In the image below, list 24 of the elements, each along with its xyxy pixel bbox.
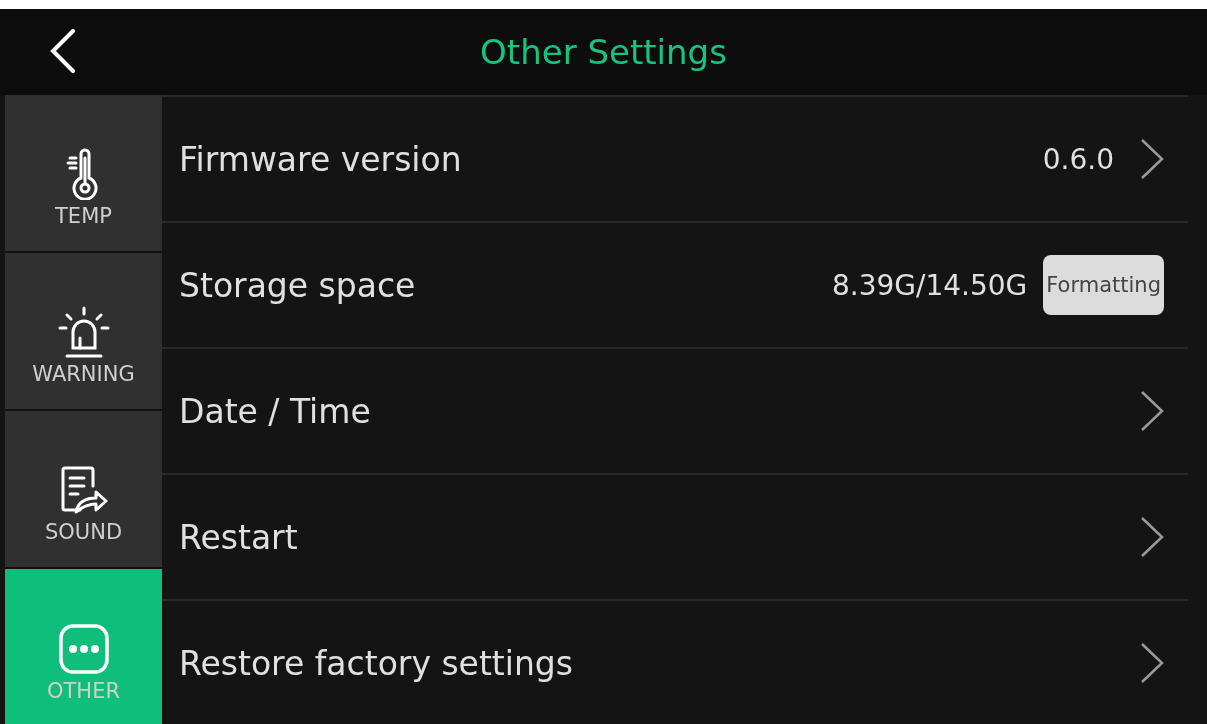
chevron-icon: [1140, 138, 1164, 180]
row-label: Restart: [179, 517, 299, 557]
settings-row[interactable]: Date / Time: [162, 347, 1188, 473]
row-label: Storage space: [179, 265, 417, 305]
row-label: Firmware version: [179, 139, 463, 179]
chevron-icon: [1140, 516, 1164, 558]
sidebar-tab[interactable]: SOUND: [5, 411, 162, 569]
siren-icon: [56, 306, 111, 358]
settings-row[interactable]: Storage space 8.39G/14.50G Formatting: [162, 221, 1188, 347]
settings-row[interactable]: Restart: [162, 473, 1188, 599]
chevron-icon: [1140, 390, 1164, 432]
row-value: 0.6.0: [1042, 142, 1114, 176]
sidebar-tab[interactable]: TEMP: [5, 95, 162, 253]
sidebar-tab[interactable]: WARNING: [5, 253, 162, 411]
page-title: Other Settings: [480, 32, 727, 72]
back-icon[interactable]: [50, 29, 76, 73]
more-icon: [57, 623, 110, 675]
row-label: Date / Time: [179, 391, 372, 431]
settings-row[interactable]: Firmware version 0.6.0: [162, 95, 1188, 221]
settings-row[interactable]: Restore factory settings: [162, 599, 1188, 724]
row-label: Restore factory settings: [179, 643, 574, 683]
chevron-icon: [1140, 642, 1164, 684]
row-value: 8.39G/14.50G: [831, 268, 1028, 302]
format-button[interactable]: Formatting: [1043, 255, 1164, 315]
